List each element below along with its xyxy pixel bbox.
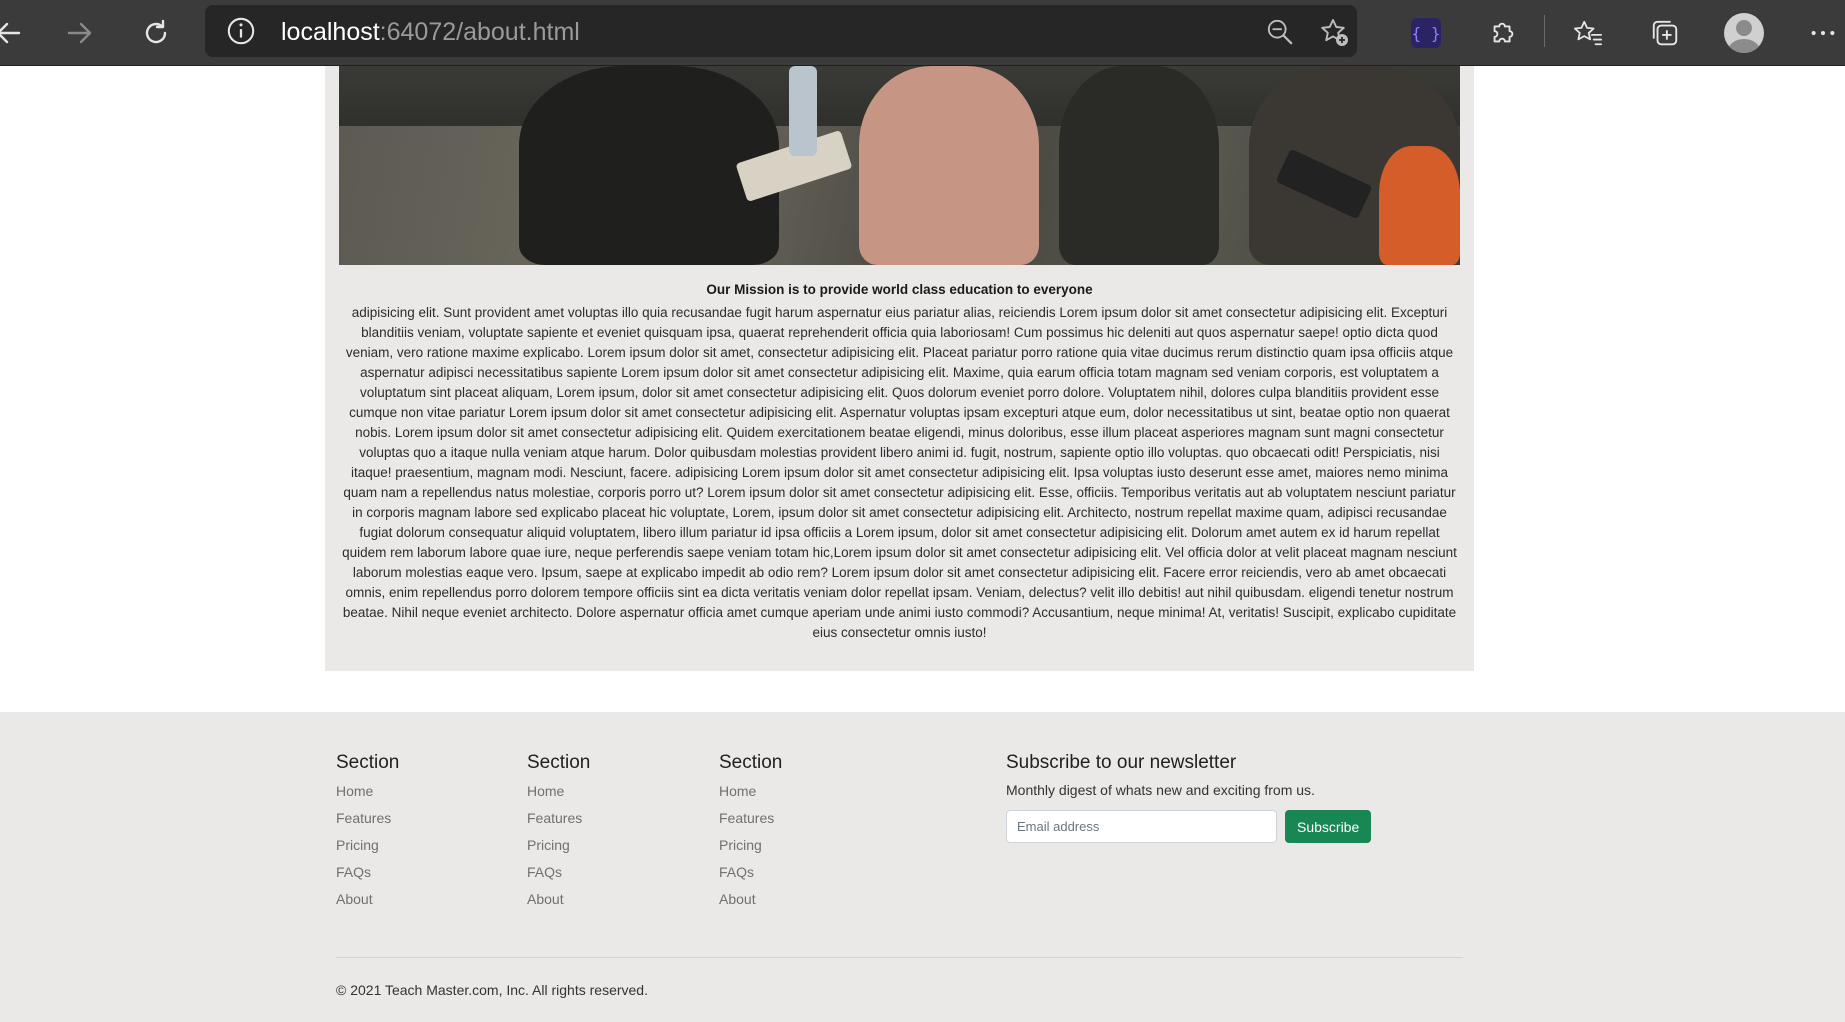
footer-link-home[interactable]: Home: [527, 782, 590, 809]
footer-column-heading: Section: [527, 752, 591, 773]
footer-link-faqs[interactable]: FAQs: [336, 863, 399, 890]
avatar: [1724, 13, 1764, 53]
hero-figure-right: [1059, 66, 1219, 265]
mission-body: adipisicing elit. Sunt provident amet vo…: [342, 305, 1457, 640]
address-bar[interactable]: localhost:64072/about.html: [205, 5, 1357, 57]
braces-extension-icon[interactable]: { }: [1405, 12, 1447, 54]
toolbar-divider: [1544, 15, 1545, 47]
newsletter-section: Subscribe to our newsletter Monthly dige…: [1006, 752, 1372, 843]
profile-avatar-icon[interactable]: [1723, 12, 1765, 54]
zoom-out-icon[interactable]: [1263, 15, 1297, 49]
extensions-puzzle-icon[interactable]: [1482, 12, 1524, 54]
footer-link-features[interactable]: Features: [719, 809, 782, 836]
footer-link-home[interactable]: Home: [336, 782, 399, 809]
hero-water-bottle: [789, 66, 817, 156]
site-info-icon[interactable]: [225, 15, 257, 47]
footer-link-about[interactable]: About: [719, 890, 782, 917]
footer-link-home[interactable]: Home: [719, 782, 782, 809]
url-host: localhost: [281, 18, 380, 46]
back-arrow-icon[interactable]: [0, 13, 28, 53]
favorites-icon[interactable]: [1567, 12, 1609, 54]
newsletter-form: Subscribe: [1006, 810, 1372, 843]
svg-text:{ }: { }: [1412, 24, 1441, 43]
footer-column-heading: Section: [336, 752, 400, 773]
footer-divider: [336, 957, 1463, 958]
footer-link-features[interactable]: Features: [527, 809, 590, 836]
footer-column-heading: Section: [719, 752, 783, 773]
footer-link-pricing[interactable]: Pricing: [527, 836, 590, 863]
url-text[interactable]: localhost:64072/about.html: [281, 18, 580, 47]
footer-link-features[interactable]: Features: [336, 809, 399, 836]
footer-link-pricing[interactable]: Pricing: [336, 836, 399, 863]
newsletter-heading: Subscribe to our newsletter: [1006, 752, 1237, 773]
newsletter-subtext: Monthly digest of whats new and exciting…: [1006, 782, 1315, 798]
site-footer: Section Home Features Pricing FAQs About…: [0, 712, 1845, 1022]
footer-column-1: Section Home Features Pricing FAQs About: [336, 752, 399, 917]
footer-link-about[interactable]: About: [336, 890, 399, 917]
hero-figure-center: [859, 66, 1039, 265]
refresh-icon[interactable]: [136, 13, 176, 53]
add-favorite-icon[interactable]: [1317, 15, 1351, 49]
footer-link-about[interactable]: About: [527, 890, 590, 917]
url-path: :64072/about.html: [379, 18, 580, 46]
more-menu-icon[interactable]: [1802, 12, 1844, 54]
browser-toolbar: localhost:64072/about.html { }: [0, 0, 1845, 66]
footer-link-faqs[interactable]: FAQs: [719, 863, 782, 890]
forward-arrow-icon[interactable]: [60, 13, 100, 53]
hero-orange-shirt: [1379, 146, 1460, 265]
footer-link-faqs[interactable]: FAQs: [527, 863, 590, 890]
copyright-text: © 2021 Teach Master.com, Inc. All rights…: [336, 982, 648, 998]
email-field[interactable]: [1006, 810, 1277, 843]
mission-title: Our Mission is to provide world class ed…: [706, 282, 1093, 297]
footer-link-pricing[interactable]: Pricing: [719, 836, 782, 863]
footer-column-3: Section Home Features Pricing FAQs About: [719, 752, 782, 917]
footer-column-2: Section Home Features Pricing FAQs About: [527, 752, 590, 917]
collections-icon[interactable]: [1644, 12, 1686, 54]
classroom-hero-image: [339, 66, 1460, 265]
subscribe-button[interactable]: Subscribe: [1285, 810, 1372, 843]
